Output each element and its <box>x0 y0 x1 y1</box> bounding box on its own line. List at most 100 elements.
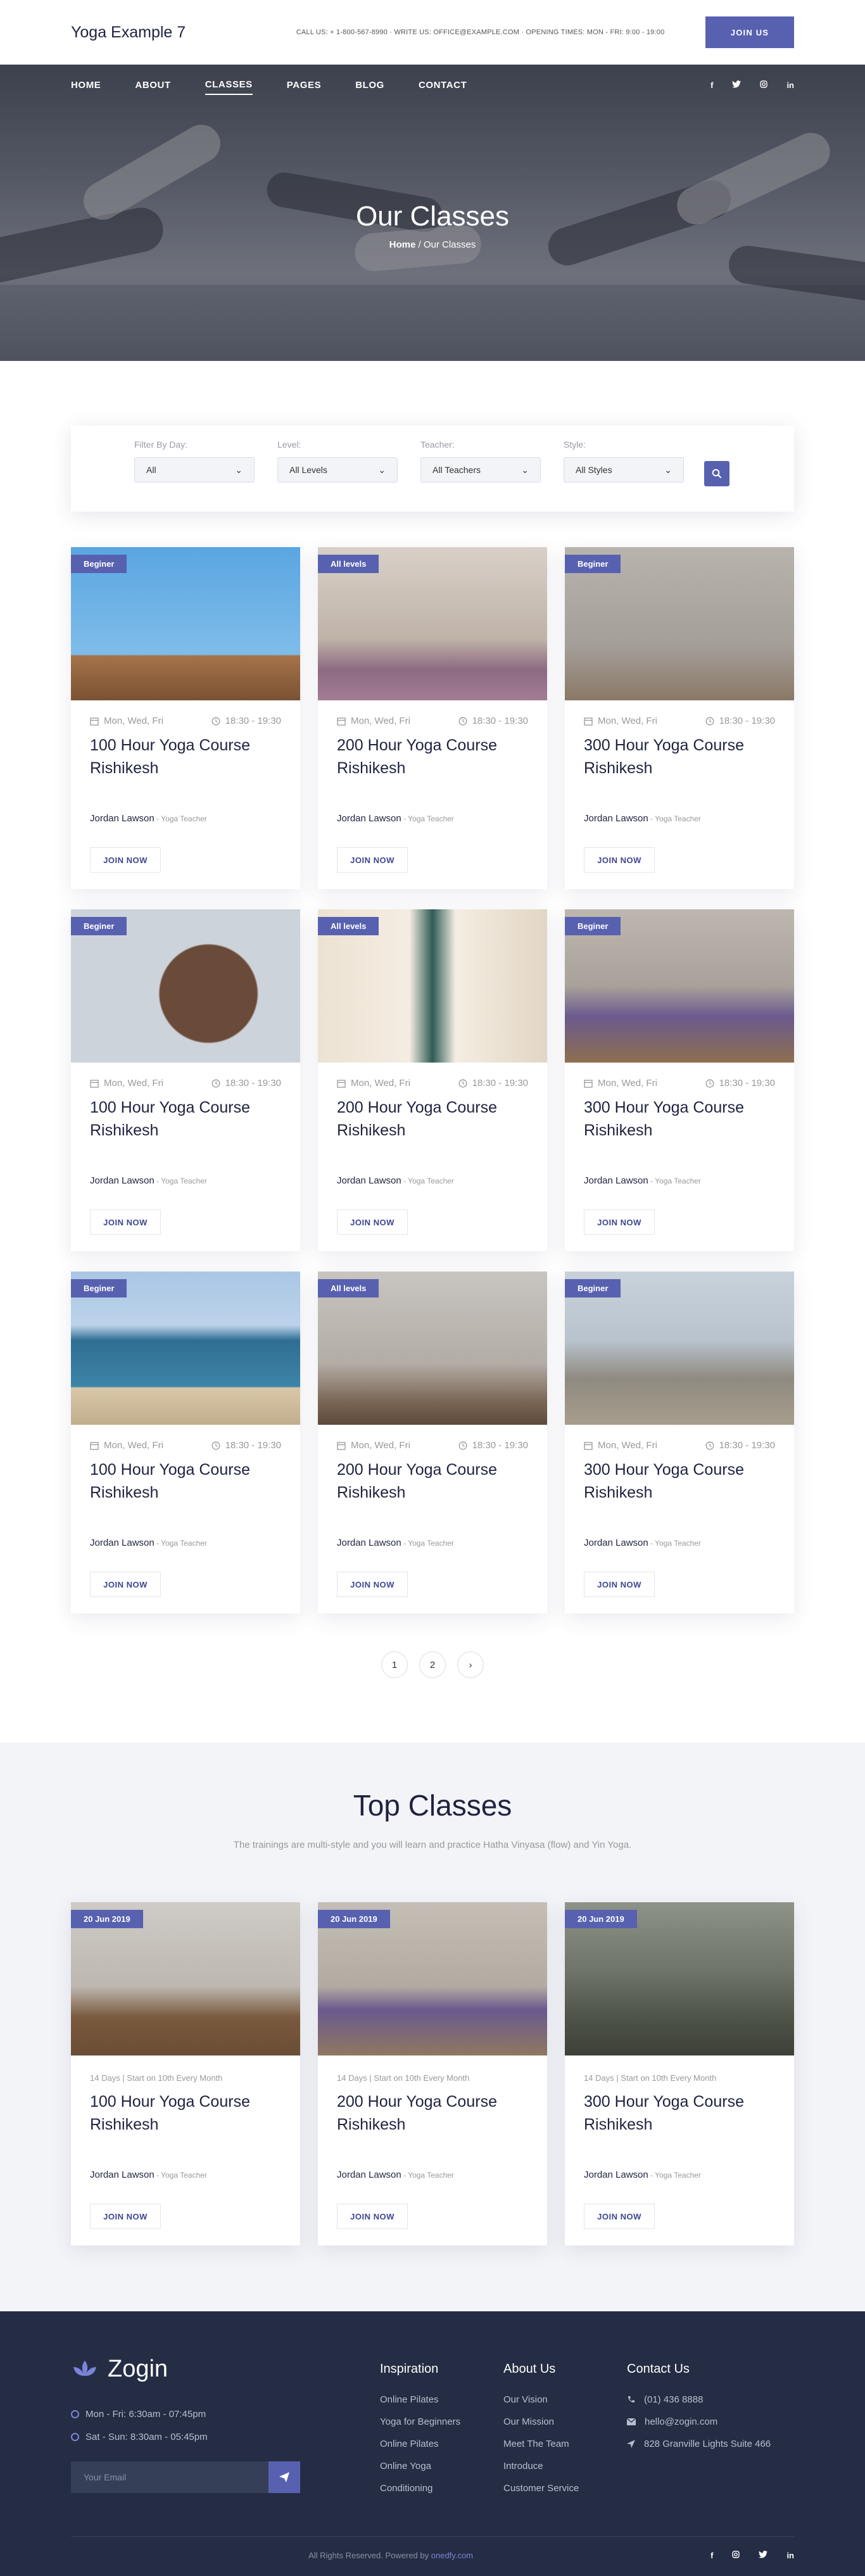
class-title[interactable]: 200 Hour Yoga Course Rishikesh <box>318 726 547 787</box>
class-title[interactable]: 100 Hour Yoga Course Rishikesh <box>71 2083 300 2144</box>
class-title[interactable]: 100 Hour Yoga Course Rishikesh <box>71 1089 300 1149</box>
nav-about[interactable]: ABOUT <box>135 76 170 94</box>
join-now-button[interactable]: JOIN NOW <box>584 1209 655 1235</box>
contact-phone[interactable]: (01) 436 8888 <box>627 2394 771 2405</box>
join-us-button[interactable]: JOIN US <box>705 16 794 48</box>
top-classes-description-wrap: The trainings are multi-style and you wi… <box>0 1836 865 1854</box>
page-1-button[interactable]: 1 <box>381 1651 408 1678</box>
class-image[interactable]: Beginer <box>71 909 300 1063</box>
class-title[interactable]: 100 Hour Yoga Course Rishikesh <box>71 1451 300 1512</box>
nav-contact[interactable]: CONTACT <box>419 76 467 94</box>
linkedin-icon[interactable]: in <box>786 80 794 90</box>
filter-day-select[interactable]: All ⌄ <box>134 457 255 483</box>
top-classes-description: The trainings are multi-style and you wi… <box>233 1840 632 1850</box>
class-days: Mon, Wed, Fri <box>598 1078 657 1089</box>
filter-teacher-select[interactable]: All Teachers ⌄ <box>420 457 541 483</box>
linkedin-icon[interactable]: in <box>786 2551 794 2560</box>
nav-pages[interactable]: PAGES <box>287 76 321 94</box>
next-page-button[interactable]: › <box>457 1651 484 1678</box>
class-image[interactable]: 20 Jun 2019 <box>318 1902 547 2055</box>
teacher-name[interactable]: Jordan Lawson <box>90 813 155 824</box>
footer-link[interactable]: Online Pilates <box>380 2439 460 2449</box>
class-title[interactable]: 100 Hour Yoga Course Rishikesh <box>71 726 300 787</box>
class-image[interactable]: All levels <box>318 547 547 700</box>
join-now-button[interactable]: JOIN NOW <box>584 2204 655 2229</box>
top-bar: Yoga Example 7 CALL US: + 1-800-567-8990… <box>0 0 865 65</box>
class-title[interactable]: 200 Hour Yoga Course Rishikesh <box>318 2083 547 2144</box>
filter-day-value: All <box>146 465 156 475</box>
teacher-name[interactable]: Jordan Lawson <box>584 1537 648 1548</box>
join-now-button[interactable]: JOIN NOW <box>337 847 408 873</box>
footer-link[interactable]: Customer Service <box>503 2483 579 2494</box>
footer-link[interactable]: Our Mission <box>503 2416 579 2427</box>
class-title[interactable]: 300 Hour Yoga Course Rishikesh <box>565 2083 794 2144</box>
footer-link[interactable]: Meet The Team <box>503 2439 579 2449</box>
class-title[interactable]: 300 Hour Yoga Course Rishikesh <box>565 726 794 787</box>
nav-blog[interactable]: BLOG <box>355 76 384 94</box>
teacher-name[interactable]: Jordan Lawson <box>337 2169 401 2180</box>
copyright-link[interactable]: onedfy.com <box>431 2551 473 2560</box>
teacher-name[interactable]: Jordan Lawson <box>584 1175 648 1186</box>
class-image[interactable]: Beginer <box>71 1272 300 1425</box>
teacher-name[interactable]: Jordan Lawson <box>337 1537 401 1548</box>
teacher-name[interactable]: Jordan Lawson <box>584 2169 648 2180</box>
class-card: All levels Mon, Wed, Fri 18:30 - 19:30 20… <box>318 1272 547 1613</box>
footer-link[interactable]: Online Yoga <box>380 2461 460 2472</box>
class-image[interactable]: Beginer <box>71 547 300 700</box>
footer-link[interactable]: Conditioning <box>380 2483 460 2494</box>
class-image[interactable]: 20 Jun 2019 <box>565 1902 794 2055</box>
teacher-name[interactable]: Jordan Lawson <box>584 813 648 824</box>
teacher-name[interactable]: Jordan Lawson <box>90 1175 155 1186</box>
send-icon <box>279 2472 289 2482</box>
teacher-name[interactable]: Jordan Lawson <box>90 1537 155 1548</box>
join-now-button[interactable]: JOIN NOW <box>337 1572 408 1597</box>
twitter-icon[interactable] <box>732 80 742 90</box>
class-title[interactable]: 300 Hour Yoga Course Rishikesh <box>565 1089 794 1149</box>
instagram-icon[interactable] <box>732 2551 740 2560</box>
nav-classes[interactable]: CLASSES <box>205 75 253 95</box>
join-now-button[interactable]: JOIN NOW <box>90 1209 161 1235</box>
filter-level-select[interactable]: All Levels ⌄ <box>277 457 398 483</box>
join-now-button[interactable]: JOIN NOW <box>90 1572 161 1597</box>
class-image[interactable]: 20 Jun 2019 <box>71 1902 300 2055</box>
footer-link[interactable]: Yoga for Beginners <box>380 2416 460 2427</box>
footer-logo[interactable]: Zogin <box>71 2356 168 2383</box>
join-now-button[interactable]: JOIN NOW <box>337 1209 408 1235</box>
facebook-icon[interactable]: f <box>710 80 713 90</box>
join-now-button[interactable]: JOIN NOW <box>584 847 655 873</box>
nav-home[interactable]: HOME <box>71 76 101 94</box>
contact-email[interactable]: hello@zogin.com <box>627 2416 771 2427</box>
class-image[interactable]: Beginer <box>565 1272 794 1425</box>
class-image[interactable]: All levels <box>318 909 547 1063</box>
facebook-icon[interactable]: f <box>710 2551 713 2560</box>
class-teacher: Jordan Lawson - Yoga Teacher <box>337 1537 454 1548</box>
class-image[interactable]: Beginer <box>565 909 794 1063</box>
join-now-button[interactable]: JOIN NOW <box>337 2204 408 2229</box>
class-image[interactable]: All levels <box>318 1272 547 1425</box>
newsletter-submit-button[interactable] <box>268 2461 300 2493</box>
teacher-name[interactable]: Jordan Lawson <box>337 1175 401 1186</box>
newsletter-email-input[interactable]: Your Email <box>71 2461 268 2493</box>
class-image[interactable]: Beginer <box>565 547 794 700</box>
footer-link[interactable]: Introduce <box>503 2461 579 2472</box>
class-title[interactable]: 200 Hour Yoga Course Rishikesh <box>318 1451 547 1512</box>
class-title[interactable]: 300 Hour Yoga Course Rishikesh <box>565 1451 794 1512</box>
class-title[interactable]: 200 Hour Yoga Course Rishikesh <box>318 1089 547 1149</box>
join-now-button[interactable]: JOIN NOW <box>90 847 161 873</box>
calendar-icon <box>337 717 346 726</box>
twitter-icon[interactable] <box>759 2551 768 2560</box>
footer-link[interactable]: Our Vision <box>503 2394 579 2405</box>
breadcrumb-home[interactable]: Home <box>389 239 416 250</box>
join-now-button[interactable]: JOIN NOW <box>90 2204 161 2229</box>
join-now-button[interactable]: JOIN NOW <box>584 1572 655 1597</box>
filter-style-select[interactable]: All Styles ⌄ <box>564 457 684 483</box>
instagram-icon[interactable] <box>760 80 768 90</box>
footer-link[interactable]: Online Pilates <box>380 2394 460 2405</box>
page-2-button[interactable]: 2 <box>419 1651 446 1678</box>
teacher-name[interactable]: Jordan Lawson <box>337 813 401 824</box>
filter-search-button[interactable] <box>704 461 729 486</box>
level-badge: All levels <box>318 555 379 573</box>
teacher-name[interactable]: Jordan Lawson <box>90 2169 155 2180</box>
site-logo[interactable]: Yoga Example 7 <box>71 23 186 42</box>
class-days: Mon, Wed, Fri <box>104 1440 163 1451</box>
